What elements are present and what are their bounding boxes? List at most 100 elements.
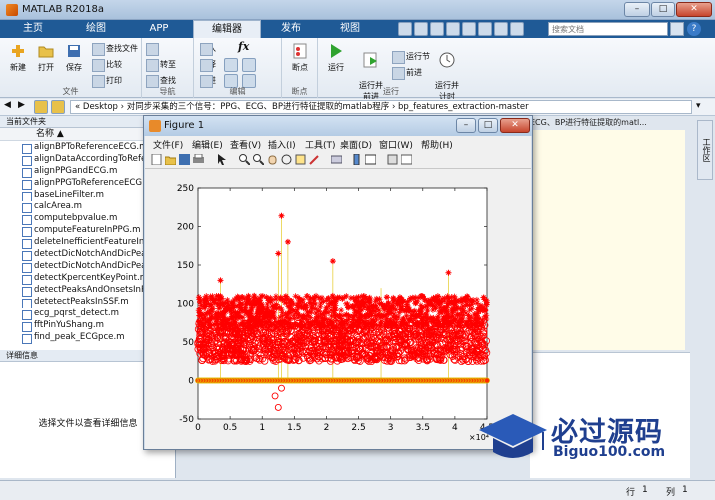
advance-button[interactable]: 前进	[392, 66, 422, 80]
run-section-button[interactable]: 运行节	[392, 50, 430, 64]
close-button[interactable]: ✕	[676, 2, 712, 17]
fx-button[interactable]: fx	[238, 40, 249, 53]
ribbon-group-edit: 插入 fx 注释 缩进 编辑	[194, 38, 282, 98]
figure-toolbar	[145, 151, 531, 169]
x-tick-label: 2.5	[351, 423, 365, 433]
menu-file[interactable]: 文件(F)	[153, 138, 183, 151]
x-tick-label: 3	[388, 423, 394, 433]
current-path-field[interactable]: « Desktop › 对同步采集的三个信号：PPG、ECG、BP进行特征提取的…	[70, 100, 692, 114]
quick-save-icon[interactable]	[398, 22, 412, 36]
menu-tools[interactable]: 工具(T)	[305, 138, 336, 151]
figure-menubar: 文件(F) 编辑(E) 查看(V) 插入(I) 工具(T) 桌面(D) 窗口(W…	[145, 136, 531, 151]
zoom-out-icon[interactable]	[253, 154, 264, 165]
menu-edit[interactable]: 编辑(E)	[192, 138, 223, 151]
group-label-edit: 编辑	[229, 87, 246, 96]
menu-desktop[interactable]: 桌面(D)	[340, 138, 372, 151]
folder-up-icon[interactable]	[51, 100, 65, 114]
x-tick-label: 1	[259, 423, 265, 433]
minimize-button[interactable]: –	[624, 2, 650, 17]
pan-hand-icon[interactable]	[267, 154, 278, 165]
figure-canvas[interactable]: 00.511.522.533.544.5-50050100150200250×1…	[145, 169, 531, 449]
col-label: 列	[666, 488, 676, 498]
maximize-button[interactable]: □	[651, 2, 675, 17]
legend-icon[interactable]	[365, 154, 376, 165]
print-figure-icon[interactable]	[193, 154, 204, 165]
baseline-point	[484, 377, 490, 384]
figure-minimize-button[interactable]: –	[456, 118, 476, 133]
y-tick-label: 0	[188, 377, 194, 387]
figure-icon	[149, 120, 161, 132]
quick-paste-icon[interactable]	[446, 22, 460, 36]
ribbon-group-breakpoints: 断点 断点	[282, 38, 318, 98]
run-button[interactable]: 运行	[322, 42, 350, 73]
save-button[interactable]: 保存	[60, 42, 88, 73]
row-value: 1	[642, 485, 648, 495]
x-tick-label: 3.5	[416, 423, 430, 433]
menu-help[interactable]: 帮助(H)	[421, 138, 453, 151]
breakpoints-button[interactable]: 断点	[286, 42, 314, 73]
workspace-side-tab[interactable]: 工作区	[697, 120, 713, 180]
tab-publish[interactable]: 发布	[266, 20, 316, 38]
figure-close-button[interactable]: ✕	[500, 118, 530, 133]
zoom-in-icon[interactable]	[239, 154, 250, 165]
open-file-icon[interactable]	[165, 154, 176, 165]
forward-arrow-icon[interactable]: ▶	[18, 100, 32, 114]
figure-window[interactable]: Figure 1 – □ ✕ 文件(F) 编辑(E) 查看(V) 插入(I) 工…	[143, 115, 533, 450]
figure-maximize-button[interactable]: □	[478, 118, 498, 133]
compare-button[interactable]: 比较	[92, 58, 122, 72]
tab-view[interactable]: 视图	[322, 20, 378, 38]
comment-percent-icon[interactable]	[224, 58, 238, 72]
menu-window[interactable]: 窗口(W)	[379, 138, 413, 151]
y-tick-label: 100	[177, 300, 194, 310]
quick-switch-icon[interactable]	[494, 22, 508, 36]
help-icon[interactable]: ?	[687, 22, 701, 36]
y-tick-label: 50	[183, 338, 195, 348]
data-cursor-icon[interactable]	[295, 154, 306, 165]
uncomment-icon[interactable]	[242, 58, 256, 72]
scatter-plot[interactable]: 00.511.522.533.544.5-50050100150200250×1…	[145, 169, 531, 449]
tab-plots[interactable]: 绘图	[68, 20, 124, 38]
menu-view[interactable]: 查看(V)	[230, 138, 261, 151]
quick-help-icon[interactable]	[510, 22, 524, 36]
ribbon: 新建 打开 保存 查找文件 比较 打印 文件 转至 查找 导航 插入 fx 注释…	[0, 38, 715, 101]
link-plot-icon[interactable]	[331, 154, 342, 165]
editor-breadcrumb: ECG、BP进行特征提取的matl...	[530, 118, 647, 127]
new-button[interactable]: 新建	[4, 42, 32, 73]
goto-button[interactable]: 转至	[146, 58, 176, 72]
tab-apps[interactable]: APP	[134, 20, 184, 38]
folder-icon[interactable]	[34, 100, 48, 114]
quick-redo-icon[interactable]	[478, 22, 492, 36]
status-bar: 行 1 列 1	[0, 480, 715, 500]
edit-plot-arrow-icon[interactable]	[217, 154, 228, 165]
back-arrow-icon[interactable]: ◀	[4, 100, 18, 114]
open-button[interactable]: 打开	[32, 42, 60, 73]
figure-titlebar[interactable]: Figure 1 – □ ✕	[144, 116, 532, 136]
nav-back-button[interactable]	[146, 42, 160, 56]
new-figure-icon[interactable]	[151, 154, 162, 165]
hide-plot-tools-icon[interactable]	[387, 154, 398, 165]
group-label-breakpoints: 断点	[291, 87, 308, 96]
search-icon[interactable]	[670, 22, 684, 36]
rotate-3d-icon[interactable]	[281, 154, 292, 165]
menu-insert[interactable]: 插入(I)	[268, 138, 296, 151]
x-tick-label: 0	[195, 423, 201, 433]
insert-button[interactable]: 插入	[200, 42, 216, 56]
show-plot-tools-icon[interactable]	[401, 154, 412, 165]
tab-editor[interactable]: 编辑器	[193, 20, 261, 38]
run-icon	[331, 44, 342, 58]
ribbon-group-nav: 转至 查找 导航	[142, 38, 194, 98]
save-figure-icon[interactable]	[179, 154, 190, 165]
address-dropdown-icon[interactable]: ▾	[696, 101, 701, 111]
colorbar-icon[interactable]	[351, 154, 362, 165]
quick-cut-icon[interactable]	[414, 22, 428, 36]
comment-button[interactable]: 注释	[200, 58, 216, 72]
editor-area[interactable]	[530, 130, 685, 350]
quick-copy-icon[interactable]	[430, 22, 444, 36]
search-docs-input[interactable]	[548, 22, 668, 36]
group-label-run: 运行	[383, 87, 399, 96]
quick-undo-icon[interactable]	[462, 22, 476, 36]
window-title: MATLAB R2018a	[22, 4, 105, 15]
tab-home[interactable]: 主页	[8, 20, 58, 38]
find-files-button[interactable]: 查找文件	[92, 42, 138, 56]
brush-icon[interactable]	[309, 154, 320, 165]
